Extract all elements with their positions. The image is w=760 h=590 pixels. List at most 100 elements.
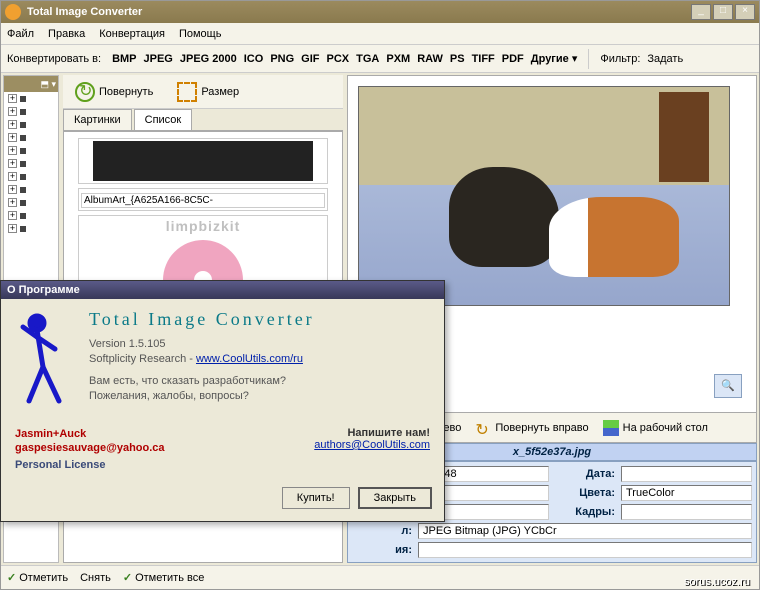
expand-icon[interactable]: + (8, 120, 17, 129)
buy-button[interactable]: Купить! (282, 487, 350, 509)
dialog-text: Total Image Converter Version 1.5.105 So… (89, 309, 430, 409)
fmt-gif[interactable]: GIF (301, 53, 319, 65)
watermark: sorus.ucoz.ru (684, 576, 750, 588)
image-detail (659, 92, 709, 182)
fmt-jpeg2000[interactable]: JPEG 2000 (180, 53, 237, 65)
tree-header: ⬒ ▾ (4, 76, 58, 92)
window-buttons: _ □ × (691, 4, 755, 20)
meta-compress-label: ия: (352, 544, 412, 556)
tab-thumbnails[interactable]: Картинки (63, 109, 132, 130)
status-footer: ✓Отметить Снять ✓Отметить все (1, 565, 759, 589)
fmt-pxm[interactable]: PXM (386, 53, 410, 65)
about-dialog: О Программе Total Image Converter Versio… (0, 280, 445, 522)
registered-to: Jasmin+Auck gaspesiesauvage@yahoo.ca (15, 427, 165, 455)
registration-row: Jasmin+Auck gaspesiesauvage@yahoo.ca Нап… (1, 419, 444, 459)
expand-icon[interactable]: + (8, 94, 17, 103)
meta-value: TrueColor (621, 485, 752, 501)
fmt-pcx[interactable]: PCX (327, 53, 350, 65)
company-link[interactable]: www.CoolUtils.com/ru (196, 353, 303, 365)
meta-colors-label: Цвета: (555, 487, 615, 499)
filename-field[interactable] (81, 193, 325, 208)
fmt-bmp[interactable]: BMP (112, 53, 136, 65)
folder-icon (20, 161, 26, 167)
expand-icon[interactable]: + (8, 159, 17, 168)
meta-frames-label: Кадры: (555, 506, 615, 518)
window-title: Total Image Converter (27, 6, 691, 18)
fmt-ico[interactable]: ICO (244, 53, 264, 65)
menu-convert[interactable]: Конвертация (99, 28, 165, 40)
resize-icon (177, 82, 197, 102)
folder-icon (20, 187, 26, 193)
close-dialog-button[interactable]: Закрыть (358, 487, 432, 509)
set-filter[interactable]: Задать (647, 53, 683, 65)
meta-value (621, 466, 752, 482)
folder-icon (20, 200, 26, 206)
folder-icon (20, 96, 26, 102)
expand-icon[interactable]: + (8, 133, 17, 142)
thumbnail-image (93, 141, 313, 181)
dialog-title: О Программе (1, 281, 444, 299)
check-icon: ✓ (7, 571, 16, 584)
folder-icon (20, 122, 26, 128)
folder-icon (20, 174, 26, 180)
close-button[interactable]: × (735, 4, 755, 20)
fmt-pdf[interactable]: PDF (502, 53, 524, 65)
expand-icon[interactable]: + (8, 146, 17, 155)
list-item[interactable] (78, 138, 328, 184)
preview-image (358, 86, 730, 306)
license-type: Personal License (1, 459, 444, 481)
menu-edit[interactable]: Правка (48, 28, 85, 40)
zoom-button[interactable]: 🔍 (714, 374, 742, 398)
fmt-png[interactable]: PNG (270, 53, 294, 65)
rotate-right-button[interactable]: Повернуть вправо (475, 420, 588, 436)
fmt-tiff[interactable]: TIFF (472, 53, 495, 65)
fmt-other[interactable]: Другие (531, 52, 578, 65)
tab-list[interactable]: Список (134, 109, 193, 130)
rotate-icon (75, 82, 95, 102)
fmt-ps[interactable]: PS (450, 53, 465, 65)
minimize-button[interactable]: _ (691, 4, 711, 20)
company-line: Softplicity Research - www.CoolUtils.com… (89, 353, 430, 365)
meta-value: JPEG Bitmap (JPG) YCbCr (418, 523, 752, 539)
list-item[interactable] (78, 188, 328, 211)
fmt-tga[interactable]: TGA (356, 53, 379, 65)
meta-value (418, 542, 752, 558)
menu-help[interactable]: Помощь (179, 28, 222, 40)
feedback-line2: Пожелания, жалобы, вопросы? (89, 390, 430, 402)
check-icon: ✓ (123, 571, 132, 584)
check-all-button[interactable]: ✓Отметить все (123, 571, 204, 584)
expand-icon[interactable]: + (8, 198, 17, 207)
expand-icon[interactable]: + (8, 185, 17, 194)
fmt-jpeg[interactable]: JPEG (144, 53, 173, 65)
feedback-line: Вам есть, что сказать разработчикам? (89, 375, 430, 387)
check-button[interactable]: ✓Отметить (7, 571, 68, 584)
folder-icon (20, 213, 26, 219)
meta-date-label: Дата: (555, 468, 615, 480)
resize-button[interactable]: Размер (171, 78, 245, 106)
expand-icon[interactable]: + (8, 224, 17, 233)
meta-value (621, 504, 752, 520)
meta-file-label: л: (352, 525, 412, 537)
fmt-raw[interactable]: RAW (417, 53, 443, 65)
image-detail (549, 197, 679, 277)
folder-icon (20, 109, 26, 115)
separator (588, 49, 589, 69)
rotate-button[interactable]: Повернуть (69, 78, 159, 106)
set-desktop-button[interactable]: На рабочий стол (603, 420, 708, 436)
filter-label: Фильтр: (600, 53, 640, 65)
product-title: Total Image Converter (89, 309, 430, 330)
maximize-button[interactable]: □ (713, 4, 733, 20)
expand-icon[interactable]: + (8, 107, 17, 116)
authors-link[interactable]: authors@CoolUtils.com (314, 439, 430, 451)
dialog-body: Total Image Converter Version 1.5.105 So… (1, 299, 444, 419)
mid-toolbar: Повернуть Размер (63, 75, 343, 109)
thumbnail-label: limpbizkit (81, 218, 325, 234)
expand-icon[interactable]: + (8, 172, 17, 181)
stickman-icon (15, 309, 75, 409)
dialog-buttons: Купить! Закрыть (1, 481, 444, 521)
format-toolbar: Конвертировать в: BMP JPEG JPEG 2000 ICO… (1, 45, 759, 73)
image-detail (449, 167, 559, 267)
uncheck-button[interactable]: Снять (80, 572, 111, 584)
expand-icon[interactable]: + (8, 211, 17, 220)
menu-file[interactable]: Файл (7, 28, 34, 40)
